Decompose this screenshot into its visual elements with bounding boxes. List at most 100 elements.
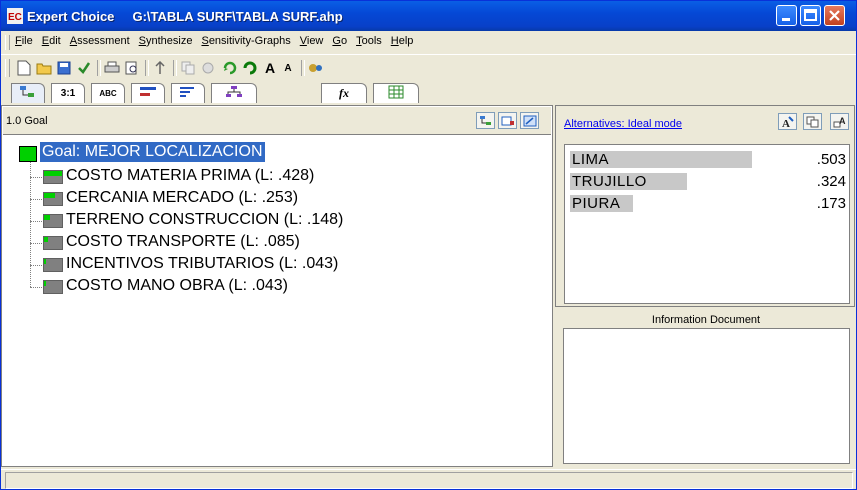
goal-node-icon <box>19 146 37 162</box>
criterion-label: COSTO MATERIA PRIMA (L: .428) <box>66 167 315 184</box>
tree-connector <box>30 287 42 288</box>
tab-verbal-label: ABC <box>99 89 117 98</box>
information-document-area[interactable] <box>563 328 850 464</box>
criterion-label: TERRENO CONSTRUCCION (L: .148) <box>66 211 344 228</box>
tree-connector <box>30 243 42 244</box>
alternative-value: .173 <box>816 195 846 212</box>
tree-node-button[interactable] <box>498 112 517 129</box>
alternatives-mode-link[interactable]: Alternatives: Ideal mode <box>564 118 682 130</box>
font-larger-icon[interactable]: A <box>261 59 279 77</box>
tree-connector <box>30 162 31 177</box>
file-path: G:\TABLA SURF\TABLA SURF.ahp <box>132 9 343 24</box>
current-node-label: 1.0 Goal <box>6 115 48 127</box>
priority-fill <box>44 171 62 176</box>
tree-connector <box>30 221 42 222</box>
font-smaller-icon[interactable]: A <box>279 59 297 77</box>
open-folder-icon[interactable] <box>35 59 53 77</box>
copy-alternatives-button[interactable] <box>803 113 822 130</box>
tab-pairwise-verbal[interactable]: ABC <box>91 83 125 103</box>
menu-tools[interactable]: Tools <box>356 35 382 47</box>
print-icon[interactable] <box>103 59 121 77</box>
tab-pairwise-label: 3:1 <box>60 88 76 99</box>
criterion-node-icon <box>43 280 63 294</box>
app-window: EC Expert Choice G:\TABLA SURF\TABLA SUR… <box>0 0 857 490</box>
title-bar[interactable]: EC Expert Choice G:\TABLA SURF\TABLA SUR… <box>1 1 856 31</box>
tree-connector <box>30 177 42 178</box>
menu-help[interactable]: Help <box>391 35 414 47</box>
tab-pairwise-numerical[interactable]: 3:1 <box>51 83 85 103</box>
alternative-name: LIMA <box>572 151 610 168</box>
formula-icon: fx <box>339 86 349 100</box>
close-button[interactable] <box>824 5 845 26</box>
alternative-value: .503 <box>816 151 846 168</box>
synthesize-all-icon[interactable] <box>241 59 259 77</box>
status-bar <box>1 469 856 490</box>
paste-disabled-icon[interactable] <box>199 59 217 77</box>
menu-bar: File Edit Assessment Synthesize Sensitiv… <box>1 31 856 53</box>
menu-assessment[interactable]: Assessment <box>70 35 130 47</box>
toolbar-separator <box>97 60 101 76</box>
save-disk-icon[interactable] <box>55 59 73 77</box>
print-preview-icon[interactable] <box>123 59 141 77</box>
menu-view[interactable]: View <box>300 35 324 47</box>
tab-tree-view[interactable] <box>11 83 45 103</box>
criterion-label: COSTO TRANSPORTE (L: .085) <box>66 233 300 250</box>
priority-fill <box>44 237 48 242</box>
information-document-title: Information Document <box>651 314 761 326</box>
toolbar-separator <box>301 60 305 76</box>
alternative-name: PIURA <box>572 195 621 212</box>
alternative-value: .324 <box>816 173 846 190</box>
alternative-row[interactable]: TRUJILLO .324 <box>570 171 848 191</box>
tree-pane-header: 1.0 Goal <box>3 107 551 135</box>
expert-choice-app-icon: EC <box>7 8 23 24</box>
priority-fill <box>44 215 51 220</box>
tree-expand-button[interactable] <box>520 112 539 129</box>
criterion-label: COSTO MANO OBRA (L: .043) <box>66 277 288 294</box>
tab-graphical[interactable] <box>131 83 165 103</box>
tree-connector <box>30 243 31 265</box>
font-settings-button[interactable]: A <box>778 113 797 130</box>
copy-disabled-icon[interactable] <box>179 59 197 77</box>
tab-hierarchy[interactable] <box>211 83 257 103</box>
tools-icon[interactable] <box>307 59 325 77</box>
add-alternative-button[interactable]: A <box>830 113 849 130</box>
minimize-button[interactable] <box>776 5 797 26</box>
menu-synthesize[interactable]: Synthesize <box>139 35 193 47</box>
menu-grip[interactable] <box>5 35 10 50</box>
view-tab-bar: 3:1 ABC fx <box>1 81 856 104</box>
criterion-node-icon <box>43 192 63 206</box>
pointer-icon[interactable] <box>151 59 169 77</box>
tab-data-grid[interactable] <box>373 83 419 103</box>
menu-go[interactable]: Go <box>332 35 347 47</box>
synthesize-icon[interactable] <box>221 59 239 77</box>
app-name: Expert Choice <box>27 9 115 24</box>
tree-connector <box>30 199 31 221</box>
tab-formula[interactable]: fx <box>321 83 367 103</box>
tree-view-icon <box>19 85 37 102</box>
alternatives-pane: Alternatives: Ideal mode A A LIMA .503 T… <box>555 105 855 307</box>
priority-fill <box>44 193 55 198</box>
toolbar-grip[interactable] <box>5 59 10 77</box>
window-title: Expert Choice G:\TABLA SURF\TABLA SURF.a… <box>27 9 343 24</box>
new-file-icon[interactable] <box>15 59 33 77</box>
tab-list[interactable] <box>171 83 205 103</box>
tree-layout-button[interactable] <box>476 112 495 129</box>
model-tree-pane: 1.0 Goal Goal: MEJOR LOCALIZACION COSTO … <box>1 105 553 467</box>
check-icon[interactable] <box>75 59 93 77</box>
tree-connector <box>30 199 42 200</box>
tree-connector <box>30 265 31 287</box>
menu-file[interactable]: File <box>15 35 33 47</box>
priority-fill <box>44 259 46 264</box>
main-toolbar: A A <box>1 54 856 81</box>
svg-text:A: A <box>782 118 790 128</box>
menu-sensitivity-graphs[interactable]: Sensitivity-Graphs <box>201 35 290 47</box>
menu-edit[interactable]: Edit <box>42 35 61 47</box>
alternative-row[interactable]: LIMA .503 <box>570 149 848 169</box>
maximize-button[interactable] <box>800 5 821 26</box>
toolbar-separator <box>145 60 149 76</box>
alternative-row[interactable]: PIURA .173 <box>570 193 848 213</box>
tree-connector <box>30 177 31 199</box>
criterion-node-icon <box>43 170 63 184</box>
tree-connector <box>30 265 42 266</box>
criterion-node-icon <box>43 236 63 250</box>
